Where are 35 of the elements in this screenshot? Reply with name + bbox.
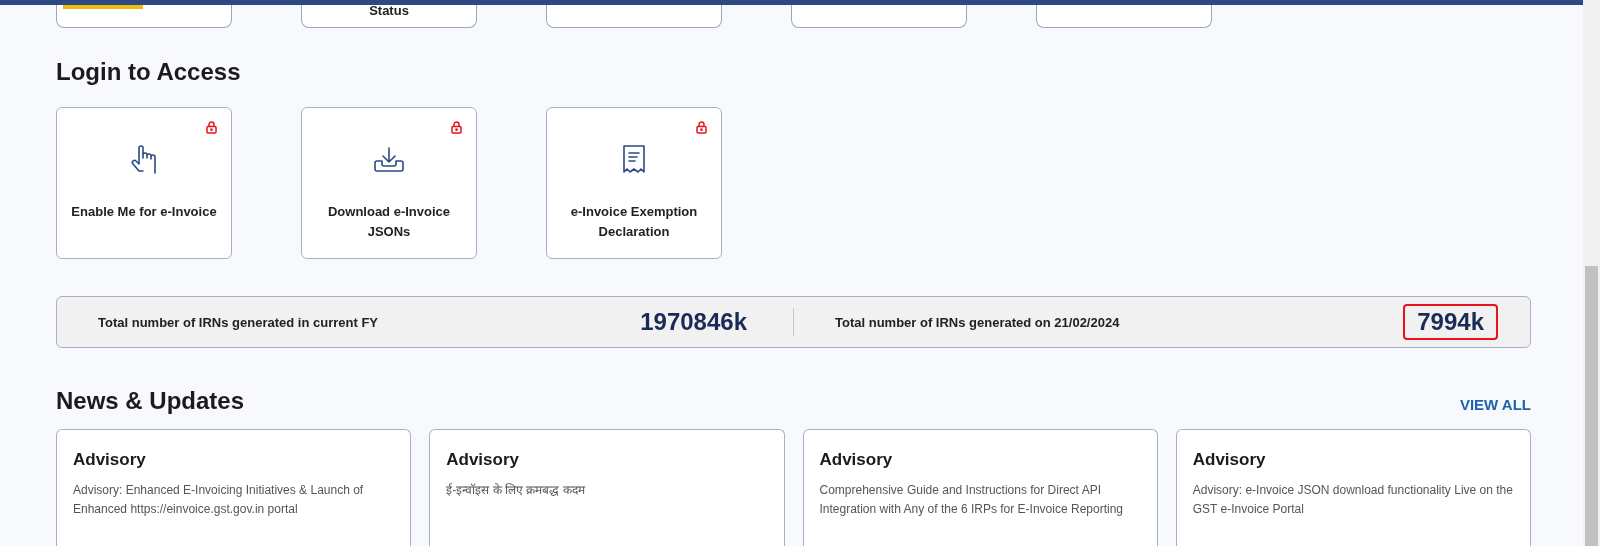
section-heading: Login to Access bbox=[56, 58, 241, 86]
news-card[interactable]: Advisory Comprehensive Guide and Instructions for Direct API Integration with Any of the 6 IRPs for E-Invoice Reporting bbox=[802, 429, 1158, 546]
card-label: e-Invoice Exemption Declaration bbox=[569, 203, 699, 241]
news-title: Advisory bbox=[73, 450, 147, 470]
service-card[interactable] bbox=[56, 5, 232, 28]
download-tray-icon bbox=[373, 146, 405, 174]
stat-value: 1970846k bbox=[639, 307, 748, 337]
news-title: Advisory bbox=[1192, 450, 1267, 470]
receipt-icon bbox=[622, 144, 646, 176]
news-card[interactable]: Advisory Advisory: e-Invoice JSON download functionality Live on the GST e-Invoice Portal bbox=[1175, 429, 1531, 546]
news-summary: Advisory: e-Invoice JSON download functionality Live on the GST e-Invoice Portal bbox=[1192, 482, 1514, 518]
service-card[interactable] bbox=[791, 5, 967, 28]
section-heading: News & Updates bbox=[56, 387, 245, 415]
stat-label: Total number of IRNs generated on 21/02/2024 bbox=[835, 314, 1120, 330]
scrollbar[interactable] bbox=[1583, 0, 1600, 546]
card-label: Download e-Invoice JSONs bbox=[326, 203, 452, 241]
card-label: Status bbox=[368, 4, 410, 18]
stat-value: 7994k bbox=[1403, 304, 1498, 340]
news-summary: ई-इन्वॉइस के लिए क्रमबद्ध कदम bbox=[446, 482, 587, 499]
service-card[interactable]: e-Invoice Exemption Declaration bbox=[546, 107, 722, 259]
stat-label: Total number of IRNs generated in current FY bbox=[98, 314, 378, 330]
view-all-link[interactable]: VIEW ALL bbox=[1459, 396, 1531, 413]
news-card[interactable]: Advisory ई-इन्वॉइस के लिए क्रमबद्ध कदम bbox=[429, 429, 785, 546]
news-summary: Comprehensive Guide and Instructions for Direct API Integration with Any of the 6 IRPs for E-Invoice Reporting bbox=[819, 482, 1124, 518]
news-summary: Advisory: Enhanced E-Invoicing Initiatives & Launch of Enhanced https://einvoice.gst.gov.in portal bbox=[73, 482, 365, 518]
news-title: Advisory bbox=[446, 450, 520, 470]
news-card[interactable]: Advisory Advisory: Enhanced E-Invoicing Initiatives & Launch of Enhanced https://einvoice.gst.gov.in portal bbox=[56, 429, 412, 546]
service-card[interactable]: Status bbox=[301, 5, 477, 28]
service-card[interactable]: Enable Me for e-Invoice bbox=[56, 107, 232, 259]
news-title: Advisory bbox=[819, 450, 894, 470]
card-label: Enable Me for e-Invoice bbox=[70, 203, 218, 221]
service-card[interactable] bbox=[546, 5, 722, 28]
service-card[interactable]: Download e-Invoice JSONs bbox=[301, 107, 477, 259]
pointing-hand-icon bbox=[129, 144, 159, 176]
service-card[interactable] bbox=[1036, 5, 1212, 28]
